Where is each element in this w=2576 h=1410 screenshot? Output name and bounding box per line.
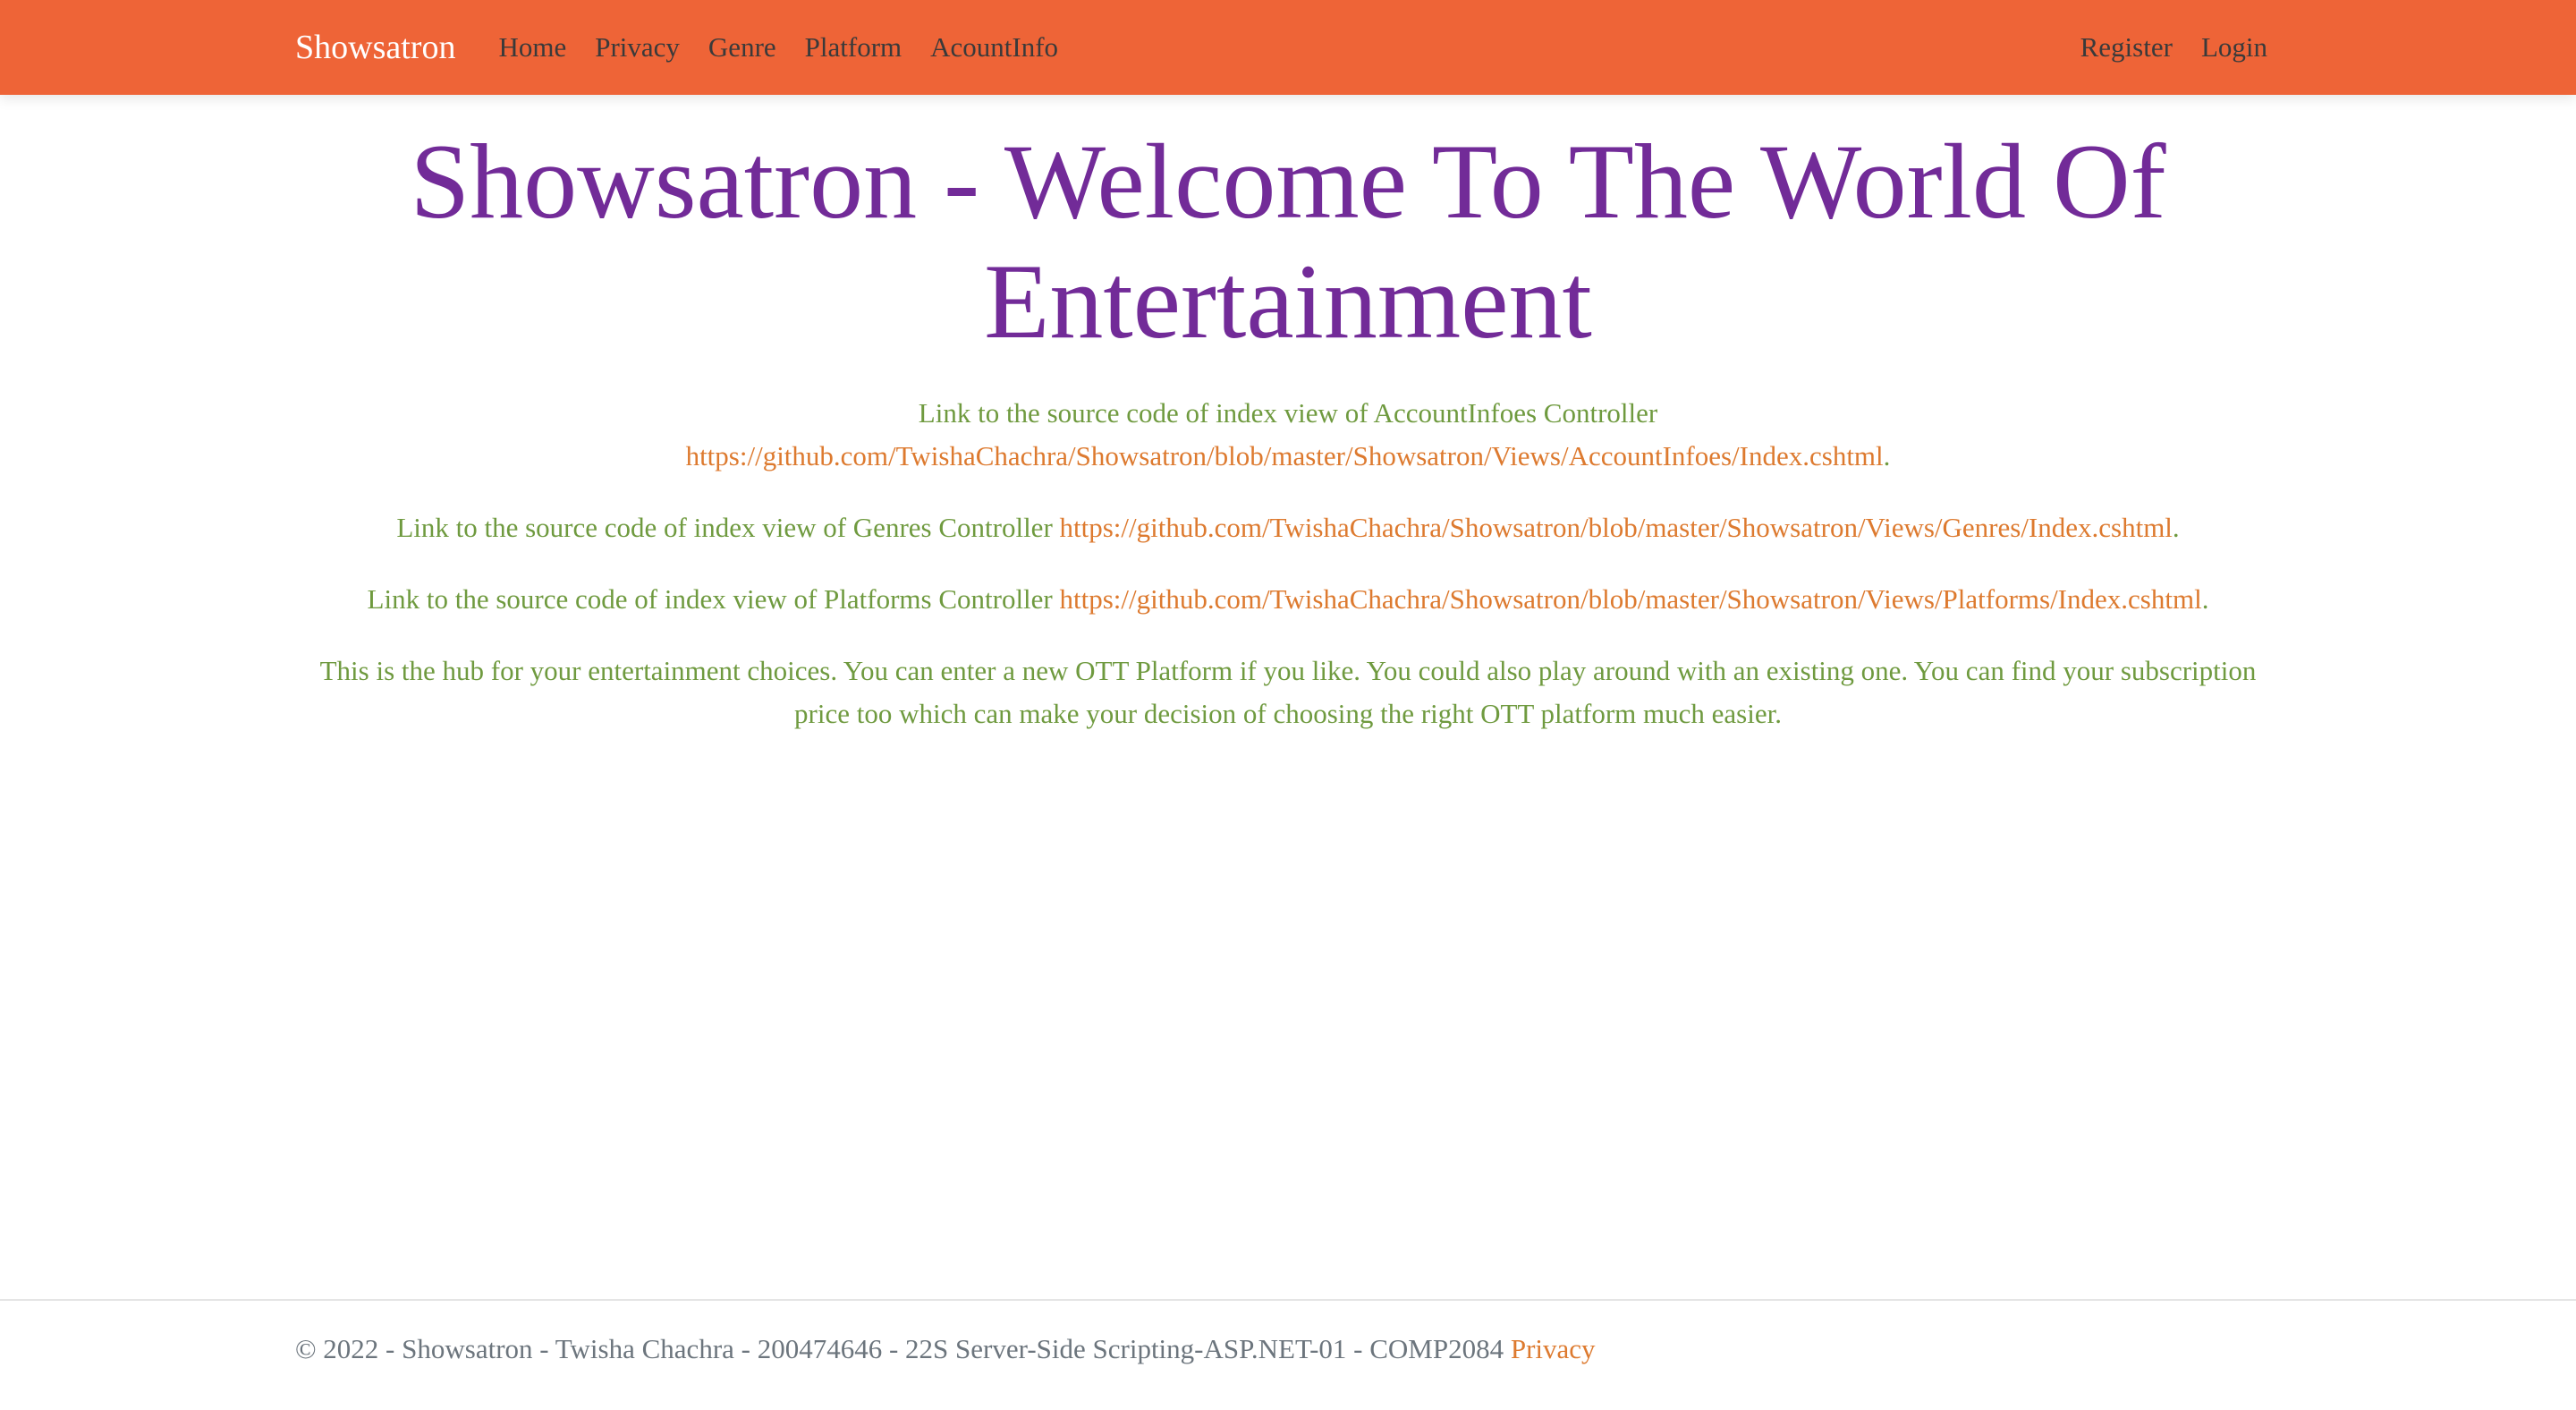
platforms-source-link[interactable]: https://github.com/TwishaChachra/Showsat…	[1060, 583, 2202, 615]
nav-platform-link[interactable]: Platform	[791, 31, 917, 64]
nav-genre-link[interactable]: Genre	[694, 31, 791, 64]
genres-source-link[interactable]: https://github.com/TwishaChachra/Showsat…	[1060, 512, 2173, 543]
page-footer: © 2022 - Showsatron - Twisha Chachra - 2…	[0, 1299, 2576, 1410]
footer-privacy-link[interactable]: Privacy	[1511, 1333, 1596, 1364]
brand-link[interactable]: Showsatron	[295, 28, 455, 67]
nav-privacy-link[interactable]: Privacy	[580, 31, 694, 64]
platforms-source-paragraph: Link to the source code of index view of…	[367, 583, 2209, 615]
nav-home-link[interactable]: Home	[484, 31, 580, 64]
footer-content: © 2022 - Showsatron - Twisha Chachra - 2…	[295, 1333, 1596, 1365]
accountinfoes-source-label: Link to the source code of index view of…	[918, 397, 1658, 429]
main-content: Showsatron - Welcome To The World Of Ent…	[295, 95, 2281, 735]
genres-source-label: Link to the source code of index view of…	[396, 512, 1053, 543]
navbar-container: Showsatron Home Privacy Genre Platform A…	[295, 0, 2267, 95]
register-link[interactable]: Register	[2066, 31, 2187, 64]
platforms-source-label: Link to the source code of index view of…	[367, 583, 1053, 615]
genres-source-paragraph: Link to the source code of index view of…	[396, 512, 2180, 543]
top-navbar: Showsatron Home Privacy Genre Platform A…	[0, 0, 2576, 95]
nav-accountinfo-link[interactable]: AcountInfo	[916, 31, 1072, 64]
login-link[interactable]: Login	[2187, 31, 2267, 64]
hub-description: This is the hub for your entertainment c…	[319, 655, 2257, 729]
nav-auth-links: Register Login	[2066, 31, 2267, 64]
nav-links: Home Privacy Genre Platform AcountInfo	[484, 31, 1072, 64]
accountinfoes-source-paragraph: Link to the source code of index view of…	[685, 397, 1891, 471]
footer-copyright: © 2022 - Showsatron - Twisha Chachra - 2…	[295, 1333, 1504, 1364]
page-title: Showsatron - Welcome To The World Of Ent…	[410, 122, 2166, 361]
accountinfoes-source-link[interactable]: https://github.com/TwishaChachra/Showsat…	[686, 440, 1884, 471]
